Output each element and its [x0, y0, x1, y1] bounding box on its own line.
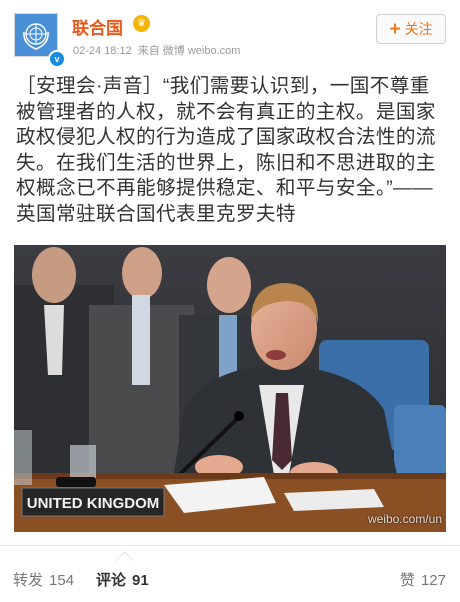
- verified-icon: v: [48, 50, 66, 68]
- vip-icon: ♛: [133, 15, 150, 32]
- follow-label: 关注: [404, 21, 433, 37]
- timestamp: 02-24 18:12: [73, 45, 132, 57]
- repost-count: 154: [49, 572, 75, 589]
- user-name[interactable]: 联合国: [72, 14, 123, 39]
- plus-icon: +: [389, 18, 401, 40]
- post-text: ［安理会·声音］“我们需要认识到，一国不尊重被管理者的人权，就不会有真正的主权。…: [16, 75, 436, 225]
- repost-button[interactable]: 转发 154: [13, 569, 74, 590]
- follow-button[interactable]: + 关注: [376, 14, 446, 44]
- comment-button[interactable]: 评论 91: [96, 569, 149, 590]
- photo-scene: UNITED KINGDOM: [14, 245, 446, 532]
- comment-label: 评论: [96, 572, 127, 589]
- like-label: 赞: [399, 572, 415, 589]
- repost-label: 转发: [13, 572, 44, 589]
- post-meta: 02-24 18:12 来自 微博 weibo.com: [73, 42, 240, 58]
- comment-count: 91: [132, 572, 149, 589]
- action-bar: 转发 154 评论 91 赞 127: [0, 551, 460, 600]
- post-header: v 联合国 ♛ 02-24 18:12 来自 微博 weibo.com + 关注: [0, 0, 460, 68]
- un-logo-icon: [23, 23, 49, 50]
- nameplate-text: UNITED KINGDOM: [27, 495, 160, 512]
- like-count: 127: [420, 572, 446, 589]
- comment-pointer-icon: [115, 551, 134, 570]
- like-button[interactable]: 赞 127: [400, 569, 446, 590]
- post-photo[interactable]: UNITED KINGDOM weibo.com/un: [14, 245, 446, 532]
- footer-divider: [0, 545, 460, 546]
- photo-watermark: weibo.com/un: [367, 512, 442, 526]
- post-source: 来自 微博 weibo.com: [137, 45, 241, 57]
